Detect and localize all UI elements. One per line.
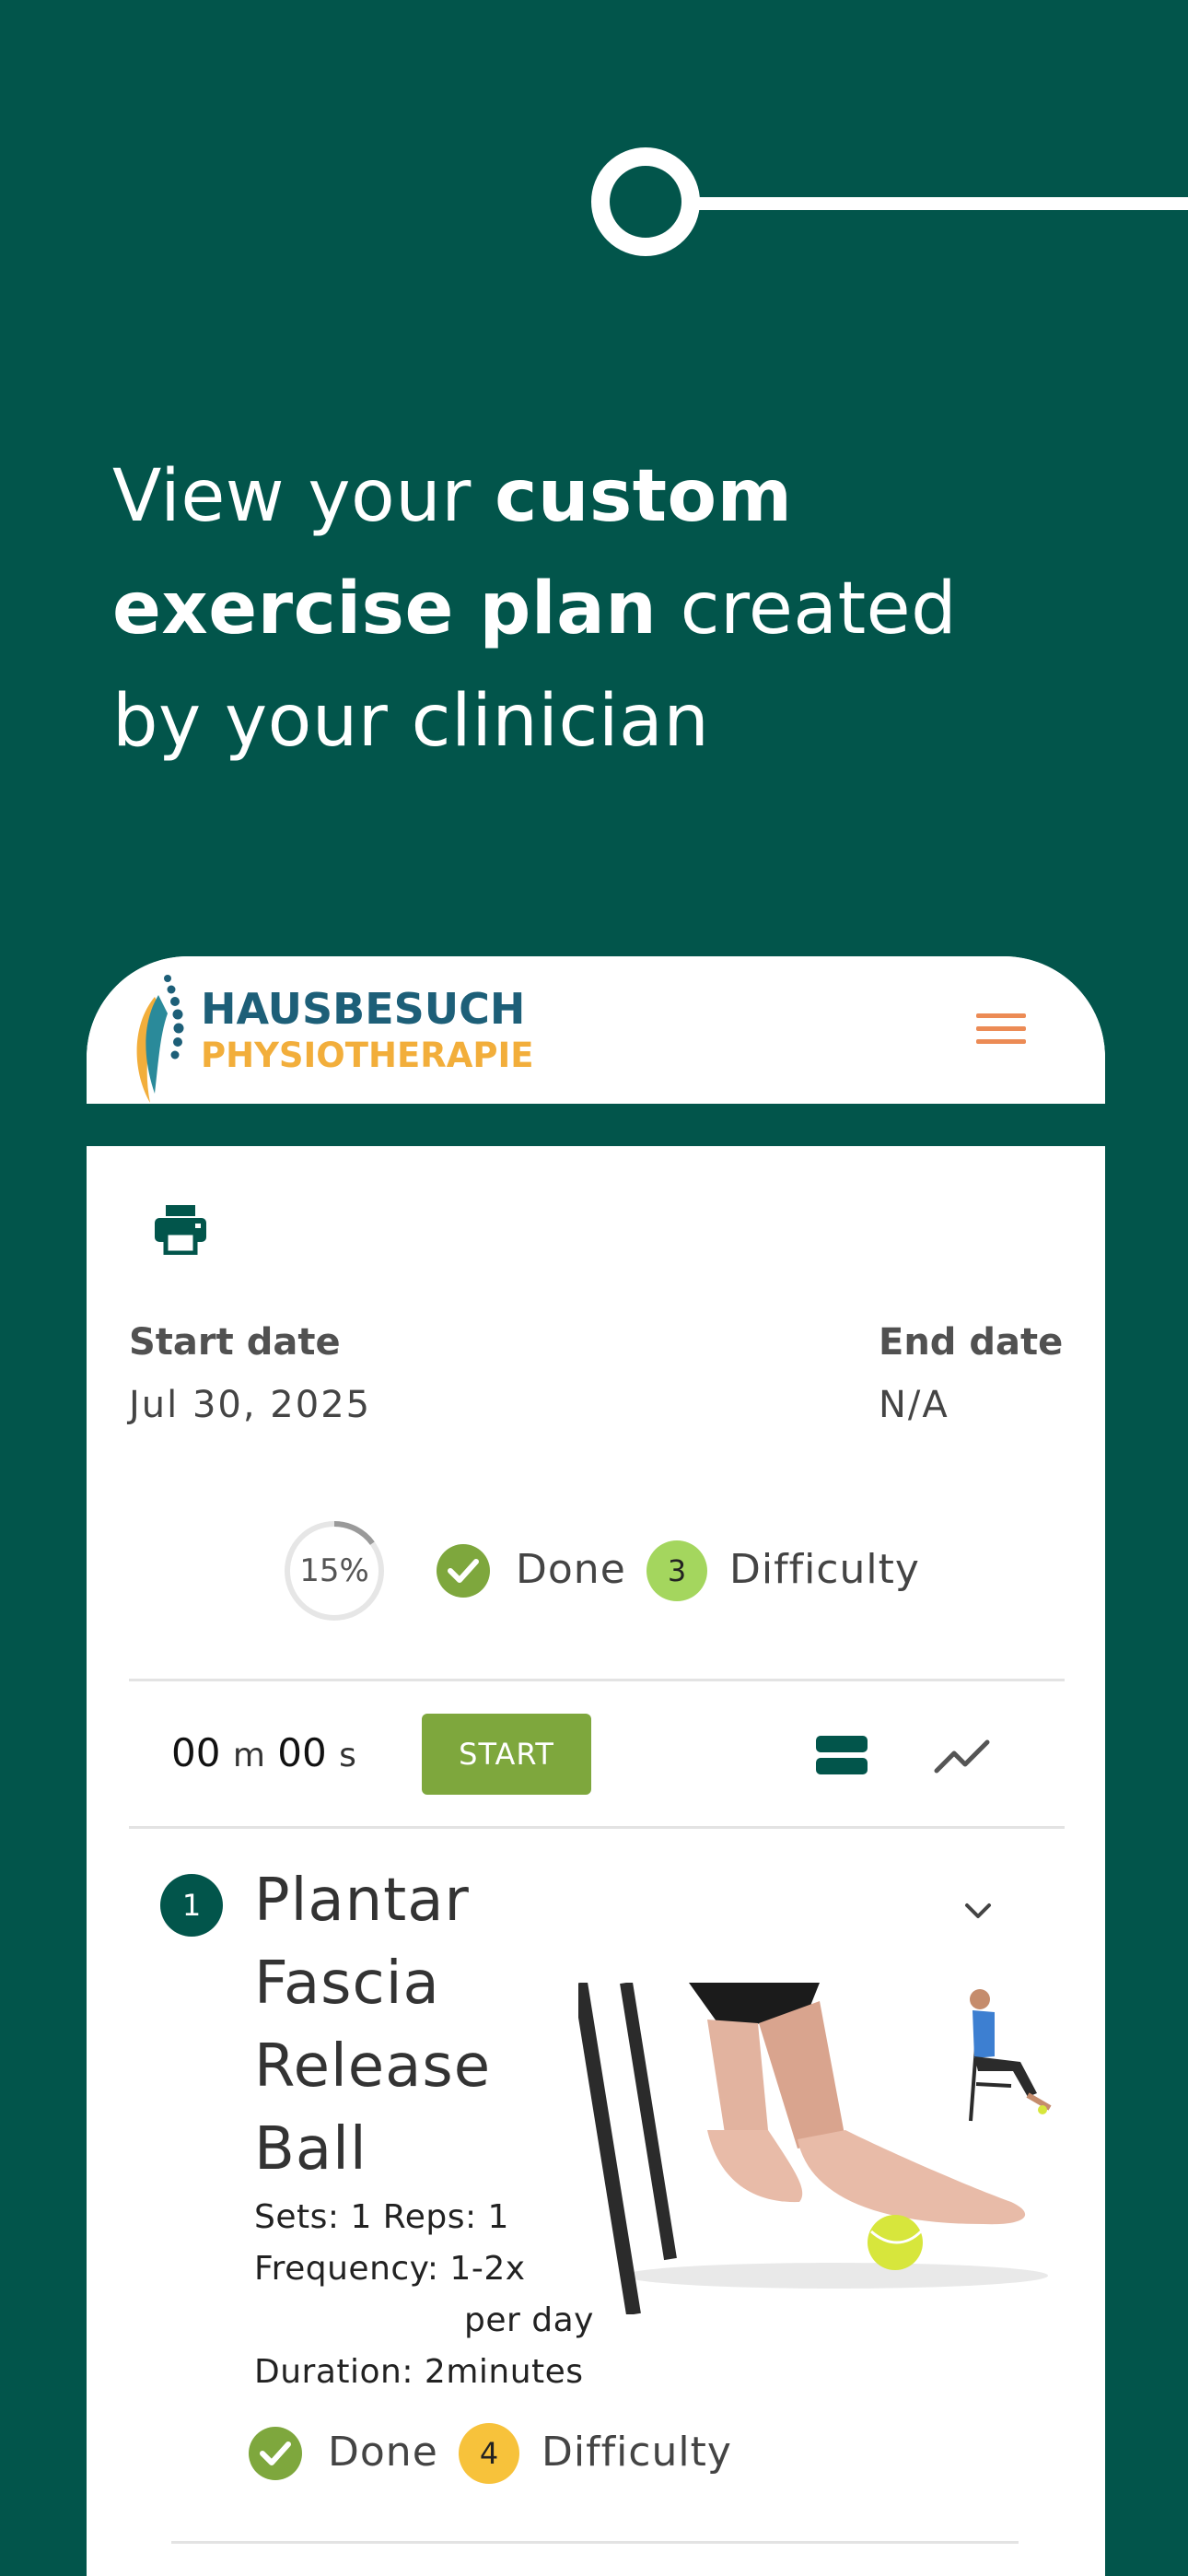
promo-headline: View your custom exercise plan created b… — [112, 440, 1033, 778]
exercise-done-label: Done — [328, 2429, 438, 2476]
logo-text-line2: PHYSIOTHERAPIE — [201, 1036, 534, 1075]
timer-minutes-unit: m — [232, 1737, 265, 1774]
timer-seconds: 00 — [277, 1730, 327, 1775]
chevron-down-icon[interactable] — [960, 1896, 996, 1924]
end-date-value: N/A — [879, 1384, 949, 1426]
print-icon[interactable] — [153, 1203, 208, 1255]
header-band — [87, 1104, 1105, 1146]
difficulty-badge: 3 — [646, 1540, 707, 1601]
difficulty-label: Difficulty — [729, 1546, 920, 1593]
start-date-value: Jul 30, 2025 — [129, 1384, 372, 1426]
check-icon[interactable] — [437, 1544, 490, 1598]
start-timer-button[interactable]: START — [422, 1714, 591, 1795]
list-view-icon[interactable] — [816, 1736, 868, 1776]
progress-percent: 15% — [299, 1552, 369, 1589]
done-label: Done — [516, 1546, 626, 1593]
exercise-number: 1 — [160, 1874, 223, 1937]
exercise-difficulty-label: Difficulty — [542, 2429, 732, 2476]
exercise-sets-reps: Sets: 1 Reps: 1 — [254, 2198, 509, 2236]
spine-logo-icon — [136, 975, 184, 1103]
exercise-frequency-cont: per day — [464, 2301, 594, 2339]
exercise-photo — [578, 1983, 1057, 2314]
divider — [129, 1826, 1065, 1829]
exercise-difficulty-badge: 4 — [459, 2423, 519, 2484]
exercise-frequency: Frequency: 1-2x — [254, 2250, 526, 2288]
end-date-label: End date — [879, 1321, 1064, 1364]
start-date-label: Start date — [129, 1321, 341, 1364]
check-icon[interactable] — [249, 2427, 302, 2480]
timer-seconds-unit: s — [339, 1737, 356, 1774]
plan-status-row: 15% Done 3 Difficulty — [87, 1520, 1105, 1622]
headline-part1: View your — [112, 455, 495, 538]
exercise-timer: 00 m 00 s — [171, 1730, 356, 1775]
app-preview-card: HAUSBESUCH PHYSIOTHERAPIE Start date Jul… — [87, 956, 1105, 2576]
logo-text-line1: HAUSBESUCH — [201, 984, 526, 1034]
menu-icon[interactable] — [976, 1013, 1026, 1048]
divider — [129, 1679, 1065, 1681]
app-header: HAUSBESUCH PHYSIOTHERAPIE — [87, 956, 1105, 1104]
chart-icon[interactable] — [934, 1738, 991, 1774]
divider — [171, 2541, 1019, 2544]
timer-minutes: 00 — [171, 1730, 221, 1775]
exercise-duration: Duration: 2minutes — [254, 2353, 584, 2391]
exercise-title[interactable]: Plantar Fascia Release Ball — [254, 1859, 549, 2191]
decorative-line — [681, 197, 1188, 210]
decorative-ring — [591, 147, 700, 256]
